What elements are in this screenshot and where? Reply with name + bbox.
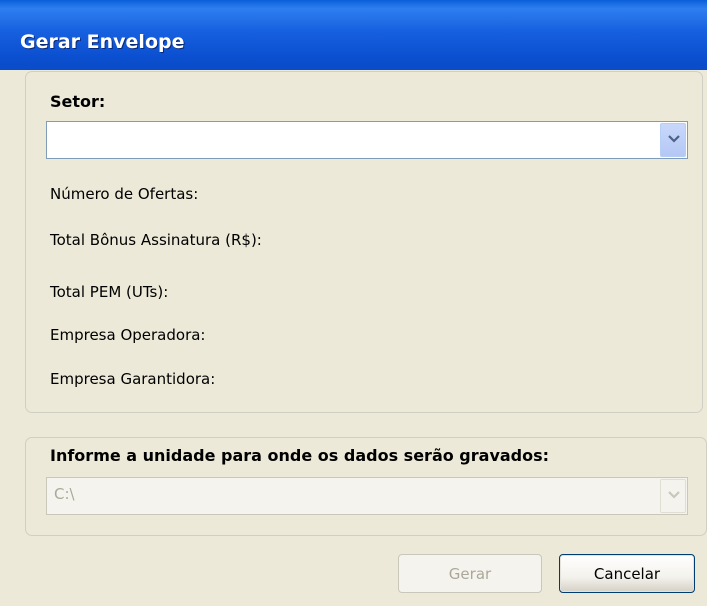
drive-value: C:\ bbox=[54, 485, 75, 503]
setor-combobox[interactable] bbox=[46, 121, 688, 159]
total-bonus-label: Total Bônus Assinatura (R$): bbox=[50, 231, 262, 249]
chevron-down-icon bbox=[668, 491, 680, 499]
gerar-button[interactable]: Gerar bbox=[398, 554, 542, 593]
numero-ofertas-label: Número de Ofertas: bbox=[50, 185, 199, 203]
setor-label: Setor: bbox=[50, 92, 106, 111]
window-title: Gerar Envelope bbox=[20, 31, 185, 53]
drive-dropdown-button[interactable] bbox=[660, 479, 686, 513]
empresa-operadora-label: Empresa Operadora: bbox=[50, 326, 206, 344]
title-bar[interactable]: Gerar Envelope bbox=[0, 0, 707, 70]
drive-label: Informe a unidade para onde os dados ser… bbox=[50, 446, 550, 465]
drive-combobox[interactable]: C:\ bbox=[46, 477, 688, 515]
empresa-garantidora-label: Empresa Garantidora: bbox=[50, 370, 216, 388]
setor-dropdown-button[interactable] bbox=[660, 123, 686, 157]
total-pem-label: Total PEM (UTs): bbox=[50, 283, 169, 301]
cancelar-button[interactable]: Cancelar bbox=[559, 554, 695, 593]
chevron-down-icon bbox=[668, 135, 680, 143]
